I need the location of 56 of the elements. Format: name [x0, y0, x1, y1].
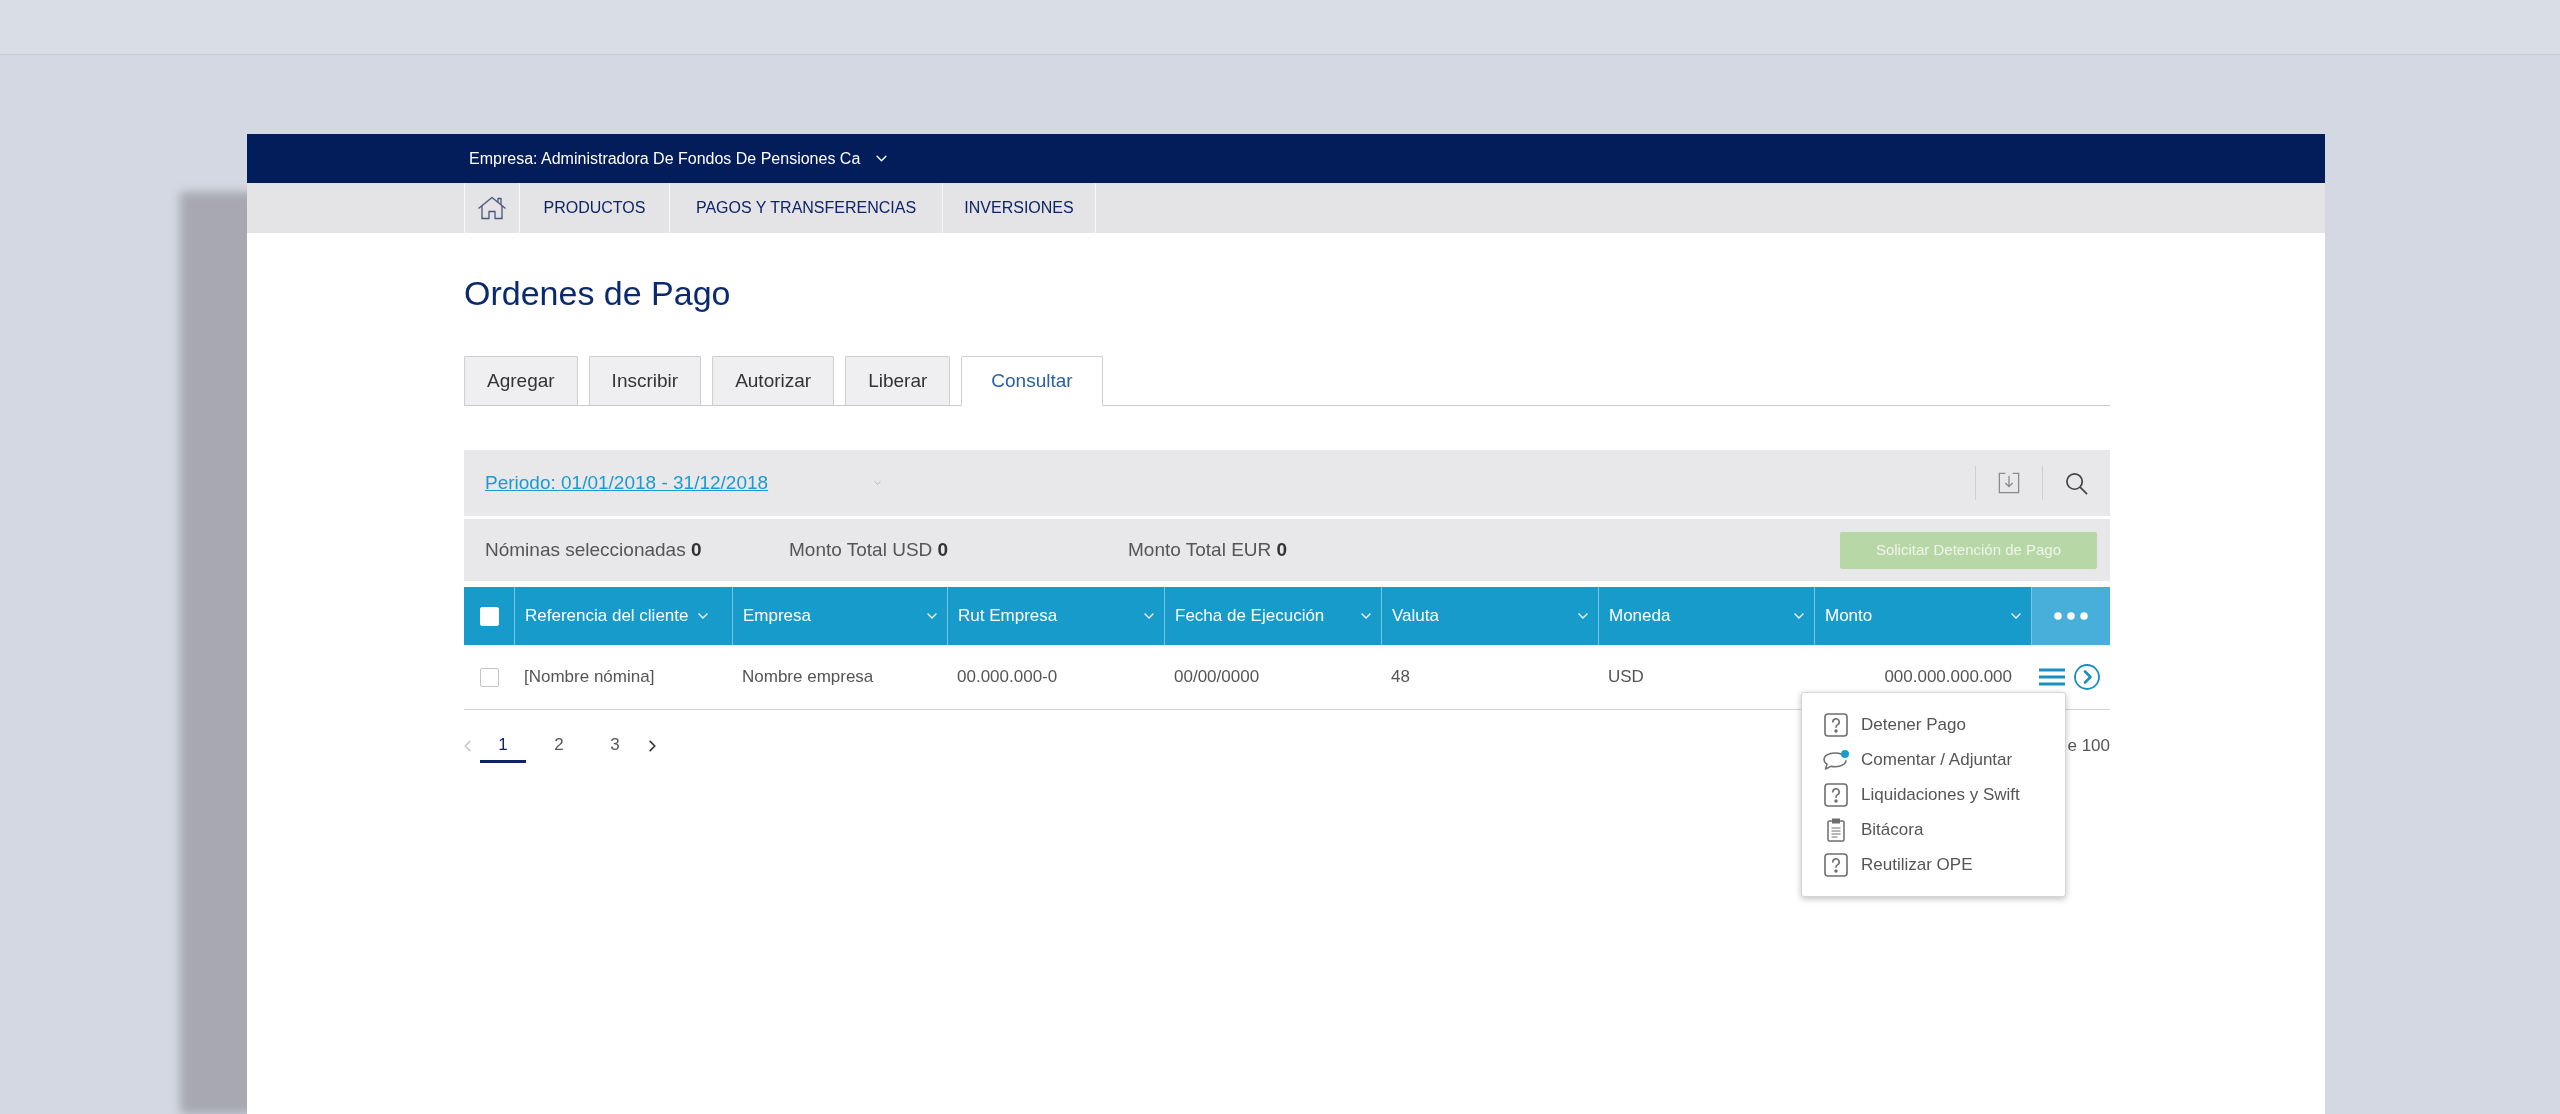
- table-cell-text: [Nombre nómina]: [523, 666, 656, 689]
- table-cell-text: 000.000.000.000: [1883, 666, 2013, 689]
- chevron-down-icon: [2011, 613, 2021, 619]
- menu-item[interactable]: Detener Pago: [1802, 707, 2065, 742]
- summary-text: Nóminas seleccionadas 0: [485, 538, 702, 560]
- tab[interactable]: Agregar: [464, 356, 578, 406]
- clipboard-icon: [1827, 817, 1845, 842]
- chevron-down-icon: [698, 613, 709, 619]
- chevron-down-icon: [1578, 613, 1588, 619]
- tab[interactable]: Liberar: [845, 356, 951, 406]
- help-icon: [1824, 712, 1848, 737]
- menu-item[interactable]: Liquidaciones y Swift: [1802, 777, 2065, 812]
- table-cell-text: Nombre empresa: [741, 666, 875, 689]
- nav-item[interactable]: INVERSIONES: [943, 183, 1096, 233]
- row-menu-button[interactable]: [2039, 668, 2065, 686]
- chevron-right-icon: [649, 740, 656, 752]
- speech-bubble-icon: [1822, 748, 1850, 771]
- menu-icon: [2039, 668, 2065, 686]
- page-title: Ordenes de Pago: [464, 273, 731, 314]
- summary-text: Monto Total EUR 0: [1128, 538, 1288, 560]
- help-icon: [1824, 782, 1848, 807]
- home-icon: [477, 196, 507, 220]
- tab[interactable]: Autorizar: [712, 356, 835, 406]
- checkbox[interactable]: [479, 667, 499, 687]
- chevron-down-icon: [874, 481, 882, 485]
- menu-item[interactable]: Bitácora: [1802, 812, 2065, 847]
- summary-text: Monto Total USD 0: [789, 538, 949, 560]
- menu-item[interactable]: Reutilizar OPE: [1802, 847, 2065, 882]
- chevron-down-icon: [1794, 613, 1804, 619]
- table-cell-text: USD: [1607, 666, 1645, 689]
- chevron-down-icon: [1144, 613, 1154, 619]
- search-icon: [2065, 471, 2088, 495]
- chevron-left-icon: [464, 740, 471, 752]
- tab[interactable]: Consultar: [961, 356, 1103, 406]
- more-icon: [2054, 612, 2088, 620]
- download-icon: [1998, 472, 2020, 494]
- row-detail-button[interactable]: [2074, 664, 2100, 690]
- nav-item[interactable]: PAGOS Y TRANSFERENCIAS: [670, 183, 943, 233]
- tab[interactable]: Inscribir: [588, 356, 702, 406]
- chevron-right-circle-icon: [2074, 664, 2100, 690]
- home-tab[interactable]: [464, 183, 520, 233]
- company-selector[interactable]: Empresa: Administradora De Fondos De Pensiones Ca: [469, 146, 888, 171]
- page-button[interactable]: 1: [480, 729, 526, 763]
- menu-item[interactable]: Comentar / Adjuntar: [1802, 742, 2065, 777]
- chevron-down-icon: [1361, 613, 1371, 619]
- help-icon: [1824, 852, 1848, 877]
- page-range-text: e 100: [2067, 735, 2110, 758]
- more-options-button[interactable]: [2031, 587, 2110, 645]
- nav-item[interactable]: PRODUCTOS: [520, 183, 670, 233]
- table-cell-text: 48: [1390, 666, 1411, 689]
- page-button[interactable]: 2: [536, 729, 582, 763]
- page-button[interactable]: 3: [592, 729, 638, 763]
- table-cell-text: 00.000.000-0: [956, 666, 1059, 689]
- chevron-down-icon: [876, 155, 888, 162]
- chevron-down-icon: [927, 613, 937, 619]
- table-cell-text: 00/00/0000: [1173, 666, 1261, 689]
